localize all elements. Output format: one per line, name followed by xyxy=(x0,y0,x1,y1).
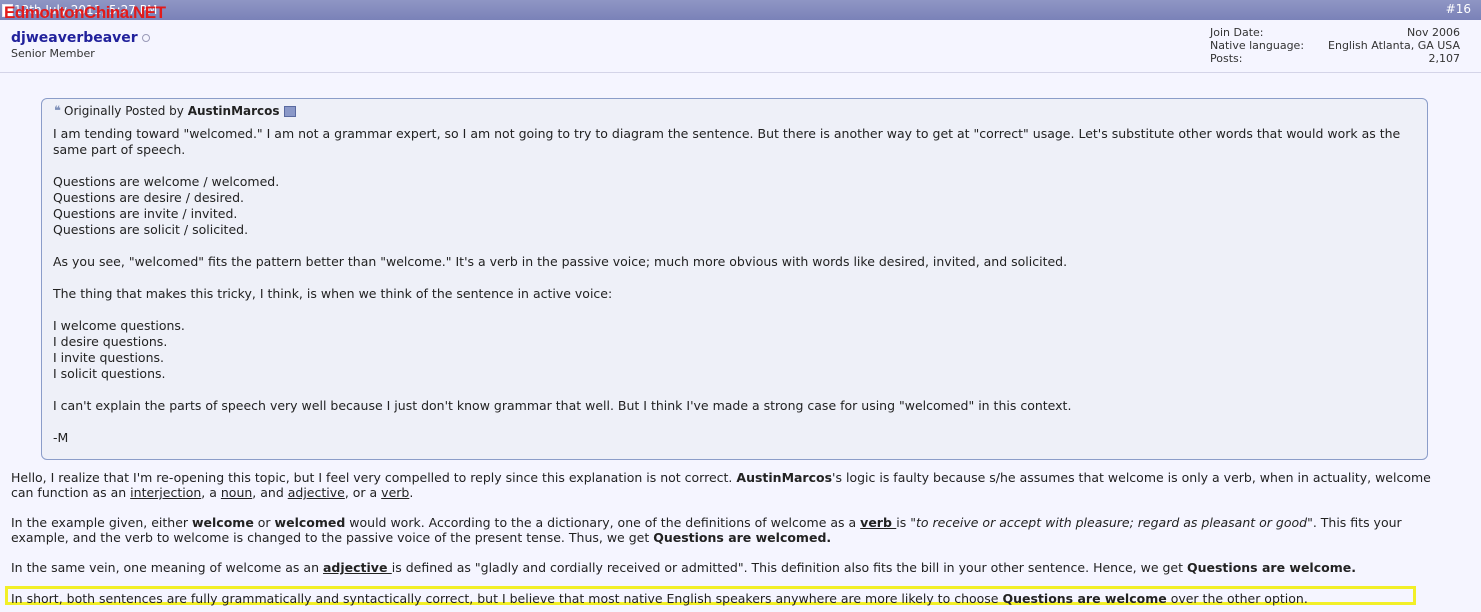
text: is defined as "gladly and cordially rece… xyxy=(391,560,1187,575)
bold-text: AustinMarcos xyxy=(736,470,833,485)
post-header-bar: 12th July 2011, 5:27 PM #16 xyxy=(0,0,1481,20)
quote-line: I can't explain the parts of speech very… xyxy=(53,398,1072,413)
text: , and xyxy=(252,485,288,500)
reply-paragraph-3: In the same vein, one meaning of welcome… xyxy=(11,560,1456,575)
native-language-label: Native language: xyxy=(1210,39,1305,52)
quote-line: I solicit questions. xyxy=(53,366,166,381)
join-date-row: Join Date: Nov 2006 xyxy=(1210,26,1460,39)
bold-text: welcome xyxy=(192,515,254,530)
offline-status-icon xyxy=(142,34,150,42)
verb-link[interactable]: verb xyxy=(381,485,409,500)
posts-value: 2,107 xyxy=(1428,52,1461,65)
quote-prefix: Originally Posted by xyxy=(64,104,184,118)
quote-line: Questions are invite / invited. xyxy=(53,206,238,221)
noun-link[interactable]: noun xyxy=(221,485,252,500)
quote-box: ❛❛ Originally Posted by AustinMarcos I am… xyxy=(41,98,1428,460)
quote-line: Questions are solicit / solicited. xyxy=(53,222,249,237)
verb-definition-link[interactable]: verb xyxy=(860,515,896,530)
quote-line: Questions are welcome / welcomed. xyxy=(53,174,280,189)
text: would work. According to the a dictionar… xyxy=(345,515,861,530)
quote-line: I am tending toward "welcomed." I am not… xyxy=(53,126,1401,157)
posts-label: Posts: xyxy=(1210,52,1243,65)
post-number-link[interactable]: #16 xyxy=(1446,1,1471,17)
quote-author-link[interactable]: AustinMarcos xyxy=(188,104,280,118)
text: , or a xyxy=(344,485,382,500)
text: is xyxy=(896,515,911,530)
bold-text: Questions are welcome xyxy=(1002,591,1167,606)
text: In short, both sentences are fully gramm… xyxy=(11,591,1003,606)
bold-text: Questions are welcomed. xyxy=(653,530,832,545)
quote-line: I welcome questions. xyxy=(53,318,185,333)
username-link[interactable]: djweaverbeaver xyxy=(11,30,138,46)
quote-body: I am tending toward "welcomed." I am not… xyxy=(53,126,1418,446)
italic-definition: "to receive or accept with pleasure; reg… xyxy=(910,515,1308,530)
join-date-label: Join Date: xyxy=(1210,26,1264,39)
text: In the example given, either xyxy=(11,515,192,530)
quote-signature: -M xyxy=(53,430,69,445)
text: or xyxy=(253,515,275,530)
quote-header: ❛❛ Originally Posted by AustinMarcos xyxy=(54,104,296,119)
view-post-icon[interactable] xyxy=(283,106,296,117)
quote-marks-icon: ❛❛ xyxy=(54,104,61,119)
interjection-link[interactable]: interjection xyxy=(130,485,201,500)
quote-line: The thing that makes this tricky, I thin… xyxy=(53,286,613,301)
user-info-bar: djweaverbeaver Senior Member Join Date: … xyxy=(0,20,1481,73)
text: Hello, I realize that I'm re-opening thi… xyxy=(11,470,737,485)
reply-body: Hello, I realize that I'm re-opening thi… xyxy=(11,470,1456,590)
bold-text: welcomed xyxy=(274,515,346,530)
posts-row: Posts: 2,107 xyxy=(1210,52,1460,65)
quote-line: As you see, "welcomed" fits the pattern … xyxy=(53,254,1068,269)
adjective-link[interactable]: adjective xyxy=(288,485,345,500)
join-date-value: Nov 2006 xyxy=(1407,26,1460,39)
native-language-value: English Atlanta, GA USA xyxy=(1328,39,1460,52)
quote-line: Questions are desire / desired. xyxy=(53,190,244,205)
reply-paragraph-2: In the example given, either welcome or … xyxy=(11,515,1456,545)
user-title: Senior Member xyxy=(11,47,95,60)
quote-line: I desire questions. xyxy=(53,334,168,349)
native-language-row: Native language: English Atlanta, GA USA xyxy=(1210,39,1460,52)
text: In the same vein, one meaning of welcome… xyxy=(11,560,323,575)
bold-text: Questions are welcome. xyxy=(1186,560,1356,575)
adjective-definition-link[interactable]: adjective xyxy=(323,560,392,575)
text: , a xyxy=(201,485,221,500)
user-stats: Join Date: Nov 2006 Native language: Eng… xyxy=(1210,26,1460,65)
text: over the other option. xyxy=(1166,591,1308,606)
quote-line: I invite questions. xyxy=(53,350,164,365)
reply-paragraph-1: Hello, I realize that I'm re-opening thi… xyxy=(11,470,1456,500)
reply-paragraph-4: In short, both sentences are fully gramm… xyxy=(11,591,1411,606)
text: . xyxy=(409,485,414,500)
